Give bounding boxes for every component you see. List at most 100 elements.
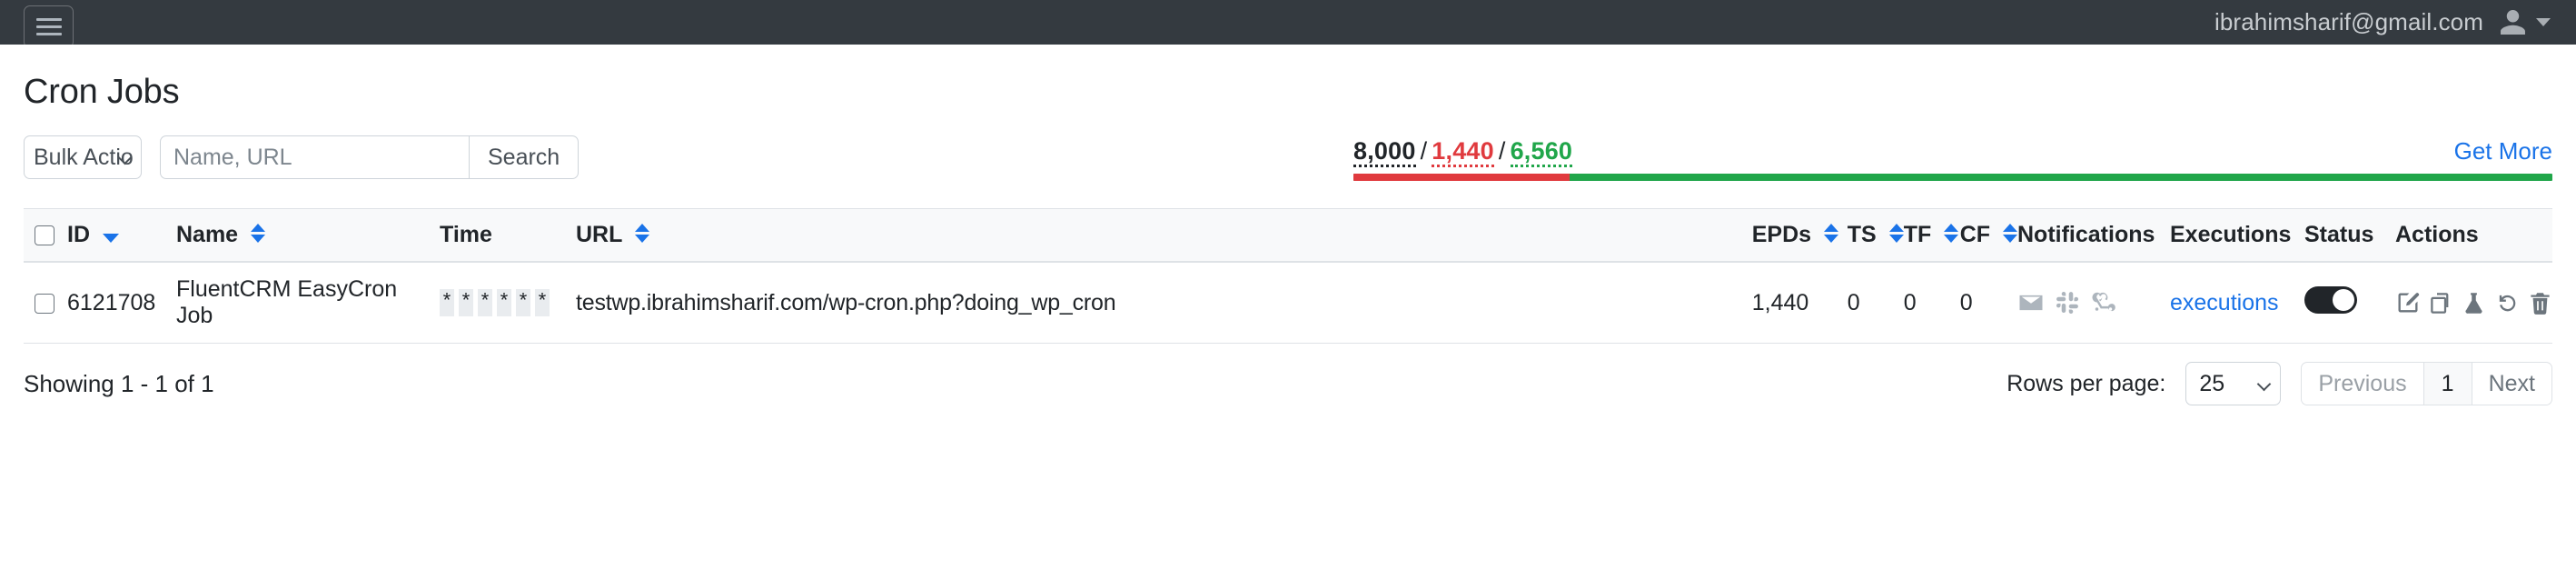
pagination-controls: Previous 1 Next: [2301, 362, 2552, 405]
bulk-action-wrapper: Bulk Action: [24, 135, 142, 179]
table-footer: Showing 1 - 1 of 1 Rows per page: 25 Pre…: [24, 362, 2552, 405]
restore-icon[interactable]: [2494, 290, 2520, 315]
executions-link[interactable]: executions: [2170, 290, 2279, 315]
column-header-name-label: Name: [176, 222, 239, 247]
chevron-down-icon: [2536, 18, 2551, 26]
sort-toggle-icon: [251, 224, 266, 243]
column-header-time: Time: [440, 209, 576, 263]
search-button[interactable]: Search: [469, 135, 580, 179]
current-page-button[interactable]: 1: [2422, 362, 2472, 405]
quota-progress-bar: [1353, 174, 2552, 181]
column-header-actions: Actions: [2395, 222, 2479, 247]
search-group: Search: [160, 135, 580, 179]
cell-notifications: [2017, 262, 2170, 344]
user-avatar-icon: [2501, 10, 2525, 35]
column-header-time-label: Time: [440, 222, 492, 247]
email-icon[interactable]: [2017, 289, 2045, 316]
sort-toggle-icon: [2003, 224, 2017, 243]
rows-per-page-label: Rows per page:: [2006, 370, 2166, 396]
showing-count-label: Showing 1 - 1 of 1: [24, 369, 214, 397]
column-header-cf-label: CF: [1959, 222, 1991, 247]
cron-field: *: [497, 289, 511, 316]
get-more-link[interactable]: Get More: [2454, 137, 2552, 165]
quota-block: 8,000/1,440/6,560 Get More: [1353, 135, 2552, 181]
table-header-row: ID Name Time URL EPDs TS TF CF Notificat…: [24, 208, 2552, 263]
sort-descending-icon: [102, 234, 119, 243]
column-header-ts[interactable]: TS: [1848, 209, 1904, 263]
rows-per-page-wrapper: 25: [2185, 362, 2282, 405]
delete-icon[interactable]: [2528, 291, 2552, 315]
cron-jobs-table: ID Name Time URL EPDs TS TF CF Notificat…: [24, 208, 2552, 344]
cell-actions: [2395, 262, 2552, 344]
quota-progress-used-segment: [1353, 174, 1570, 181]
left-controls-group: Bulk Action Search: [24, 135, 580, 179]
row-select-checkbox[interactable]: [35, 293, 54, 314]
slack-icon[interactable]: [2056, 291, 2079, 315]
quota-separator: /: [1420, 137, 1428, 165]
hamburger-menu-button[interactable]: [24, 5, 74, 48]
quota-numbers: 8,000/1,440/6,560: [1353, 137, 1573, 167]
column-header-name[interactable]: Name: [176, 209, 440, 263]
sort-toggle-icon: [1888, 224, 1904, 243]
search-input[interactable]: [160, 135, 469, 179]
cron-field: *: [459, 289, 473, 316]
rows-per-page-select[interactable]: 25: [2185, 362, 2282, 405]
cell-epds: 1,440: [1751, 262, 1848, 344]
cell-url: testwp.ibrahimsharif.com/wp-cron.php?doi…: [576, 262, 1752, 344]
cell-cf: 0: [1959, 262, 2017, 344]
bulk-action-select[interactable]: Bulk Action: [24, 135, 142, 179]
sort-toggle-icon: [1944, 224, 1959, 243]
column-header-tf[interactable]: TF: [1904, 209, 1960, 263]
user-menu-button[interactable]: [2498, 7, 2551, 37]
cron-field: *: [478, 289, 492, 316]
select-all-checkbox[interactable]: [35, 225, 54, 246]
select-all-header: [24, 209, 67, 263]
sort-toggle-icon: [1823, 224, 1838, 243]
edit-icon[interactable]: [2395, 290, 2421, 315]
quota-separator: /: [1498, 137, 1506, 165]
cell-time: * * * * * *: [440, 262, 576, 344]
sort-toggle-icon: [634, 224, 649, 243]
column-header-url[interactable]: URL: [576, 209, 1752, 263]
previous-page-button[interactable]: Previous: [2301, 362, 2423, 405]
webhook-icon[interactable]: [2090, 289, 2117, 316]
test-flask-icon[interactable]: [2462, 291, 2486, 315]
column-header-id[interactable]: ID: [67, 209, 176, 263]
column-header-executions: Executions: [2170, 222, 2292, 247]
hamburger-icon-line: [35, 33, 62, 35]
table-header: ID Name Time URL EPDs TS TF CF Notificat…: [24, 208, 2552, 263]
pagination-group: Rows per page: 25 Previous 1 Next: [2006, 362, 2552, 405]
cron-field: *: [535, 289, 550, 316]
status-toggle[interactable]: [2304, 285, 2357, 314]
table-row: 6121708 FluentCRM EasyCron Job * * * * * * te…: [24, 262, 2552, 344]
quota-used: 1,440: [1432, 137, 1494, 167]
cell-name: FluentCRM EasyCron Job: [176, 262, 440, 344]
quota-total: 8,000: [1353, 137, 1416, 167]
quota-top-row: 8,000/1,440/6,560 Get More: [1353, 137, 2552, 167]
topbar-right-group: ibrahimsharif@gmail.com: [2214, 7, 2551, 37]
next-page-button[interactable]: Next: [2472, 362, 2552, 405]
column-header-tf-label: TF: [1903, 222, 1932, 247]
page-title: Cron Jobs: [24, 73, 180, 111]
row-actions-group: [2395, 290, 2552, 315]
row-select-cell: [24, 262, 67, 344]
column-header-epds[interactable]: EPDs: [1752, 209, 1848, 263]
page-container: Cron Jobs Bulk Action Search 8,000/1,440…: [0, 73, 2576, 405]
controls-row: Bulk Action Search 8,000/1,440/6,560 Get…: [24, 135, 2552, 192]
hamburger-icon-line: [35, 18, 62, 21]
user-email-label: ibrahimsharif@gmail.com: [2214, 8, 2483, 35]
column-header-id-label: ID: [67, 222, 90, 247]
column-header-cf[interactable]: CF: [1960, 209, 2017, 263]
quota-remaining: 6,560: [1510, 137, 1573, 167]
cell-executions: executions: [2170, 262, 2304, 344]
column-header-status: Status: [2304, 222, 2374, 247]
cell-ts: 0: [1847, 262, 1904, 344]
duplicate-icon[interactable]: [2429, 291, 2453, 315]
column-header-ts-label: TS: [1847, 222, 1877, 247]
cell-tf: 0: [1903, 262, 1960, 344]
table-body: 6121708 FluentCRM EasyCron Job * * * * * * te…: [24, 262, 2552, 344]
hamburger-icon-line: [35, 25, 62, 28]
status-toggle-knob: [2333, 288, 2354, 311]
column-header-url-label: URL: [576, 222, 622, 247]
top-navigation-bar: ibrahimsharif@gmail.com: [0, 0, 2576, 48]
